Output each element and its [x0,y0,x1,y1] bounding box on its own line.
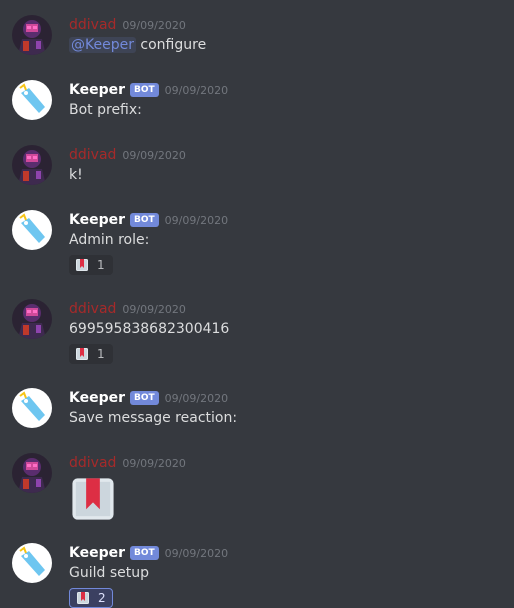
author-name[interactable]: Keeper [69,545,125,561]
user-avatar[interactable] [12,299,52,339]
user-mention[interactable]: @Keeper [69,37,136,53]
timestamp: 09/09/2020 [164,83,229,97]
timestamp: 09/09/2020 [122,148,186,162]
bot-avatar[interactable] [12,388,52,428]
bot-avatar[interactable] [12,543,52,583]
bot-badge: BOT [130,391,159,405]
timestamp: 09/09/2020 [122,302,186,316]
reaction-count: 1 [97,347,105,361]
author-name[interactable]: ddivad [69,147,116,163]
bot-badge: BOT [130,213,159,227]
timestamp: 09/09/2020 [164,391,229,405]
author-name[interactable]: ddivad [69,455,116,471]
author-name[interactable]: Keeper [69,212,125,228]
user-avatar[interactable] [12,145,52,185]
timestamp: 09/09/2020 [122,456,186,470]
user-avatar[interactable] [12,15,52,55]
timestamp: 09/09/2020 [122,18,186,32]
user-avatar[interactable] [12,453,52,493]
author-name[interactable]: Keeper [69,82,125,98]
message-text: configure [140,37,207,53]
bot-badge: BOT [130,546,159,560]
bookmark-icon [69,475,117,523]
bot-badge: BOT [130,83,159,97]
message-text: 699595838682300416 [69,321,230,337]
message-text: Save message reaction: [69,410,238,426]
author-name[interactable]: Keeper [69,390,125,406]
bookmark-icon [76,591,90,605]
reaction-count: 1 [97,258,105,272]
message-content: @Keeper configure [69,37,206,53]
bot-avatar[interactable] [12,210,52,250]
reaction-button[interactable]: 2 [69,588,113,608]
message-text: Admin role: [69,232,150,248]
author-name[interactable]: ddivad [69,17,116,33]
author-name[interactable]: ddivad [69,301,116,317]
timestamp: 09/09/2020 [164,546,229,560]
reaction-count: 2 [98,591,106,605]
message-text: Bot prefix: [69,102,142,118]
message-text: k! [69,167,83,183]
bookmark-icon [75,347,89,361]
reaction-button[interactable]: 1 [69,255,113,275]
reaction-button[interactable]: 1 [69,344,113,364]
bot-avatar[interactable] [12,80,52,120]
message-text: Guild setup [69,565,149,581]
bookmark-icon [75,258,89,272]
timestamp: 09/09/2020 [164,213,229,227]
